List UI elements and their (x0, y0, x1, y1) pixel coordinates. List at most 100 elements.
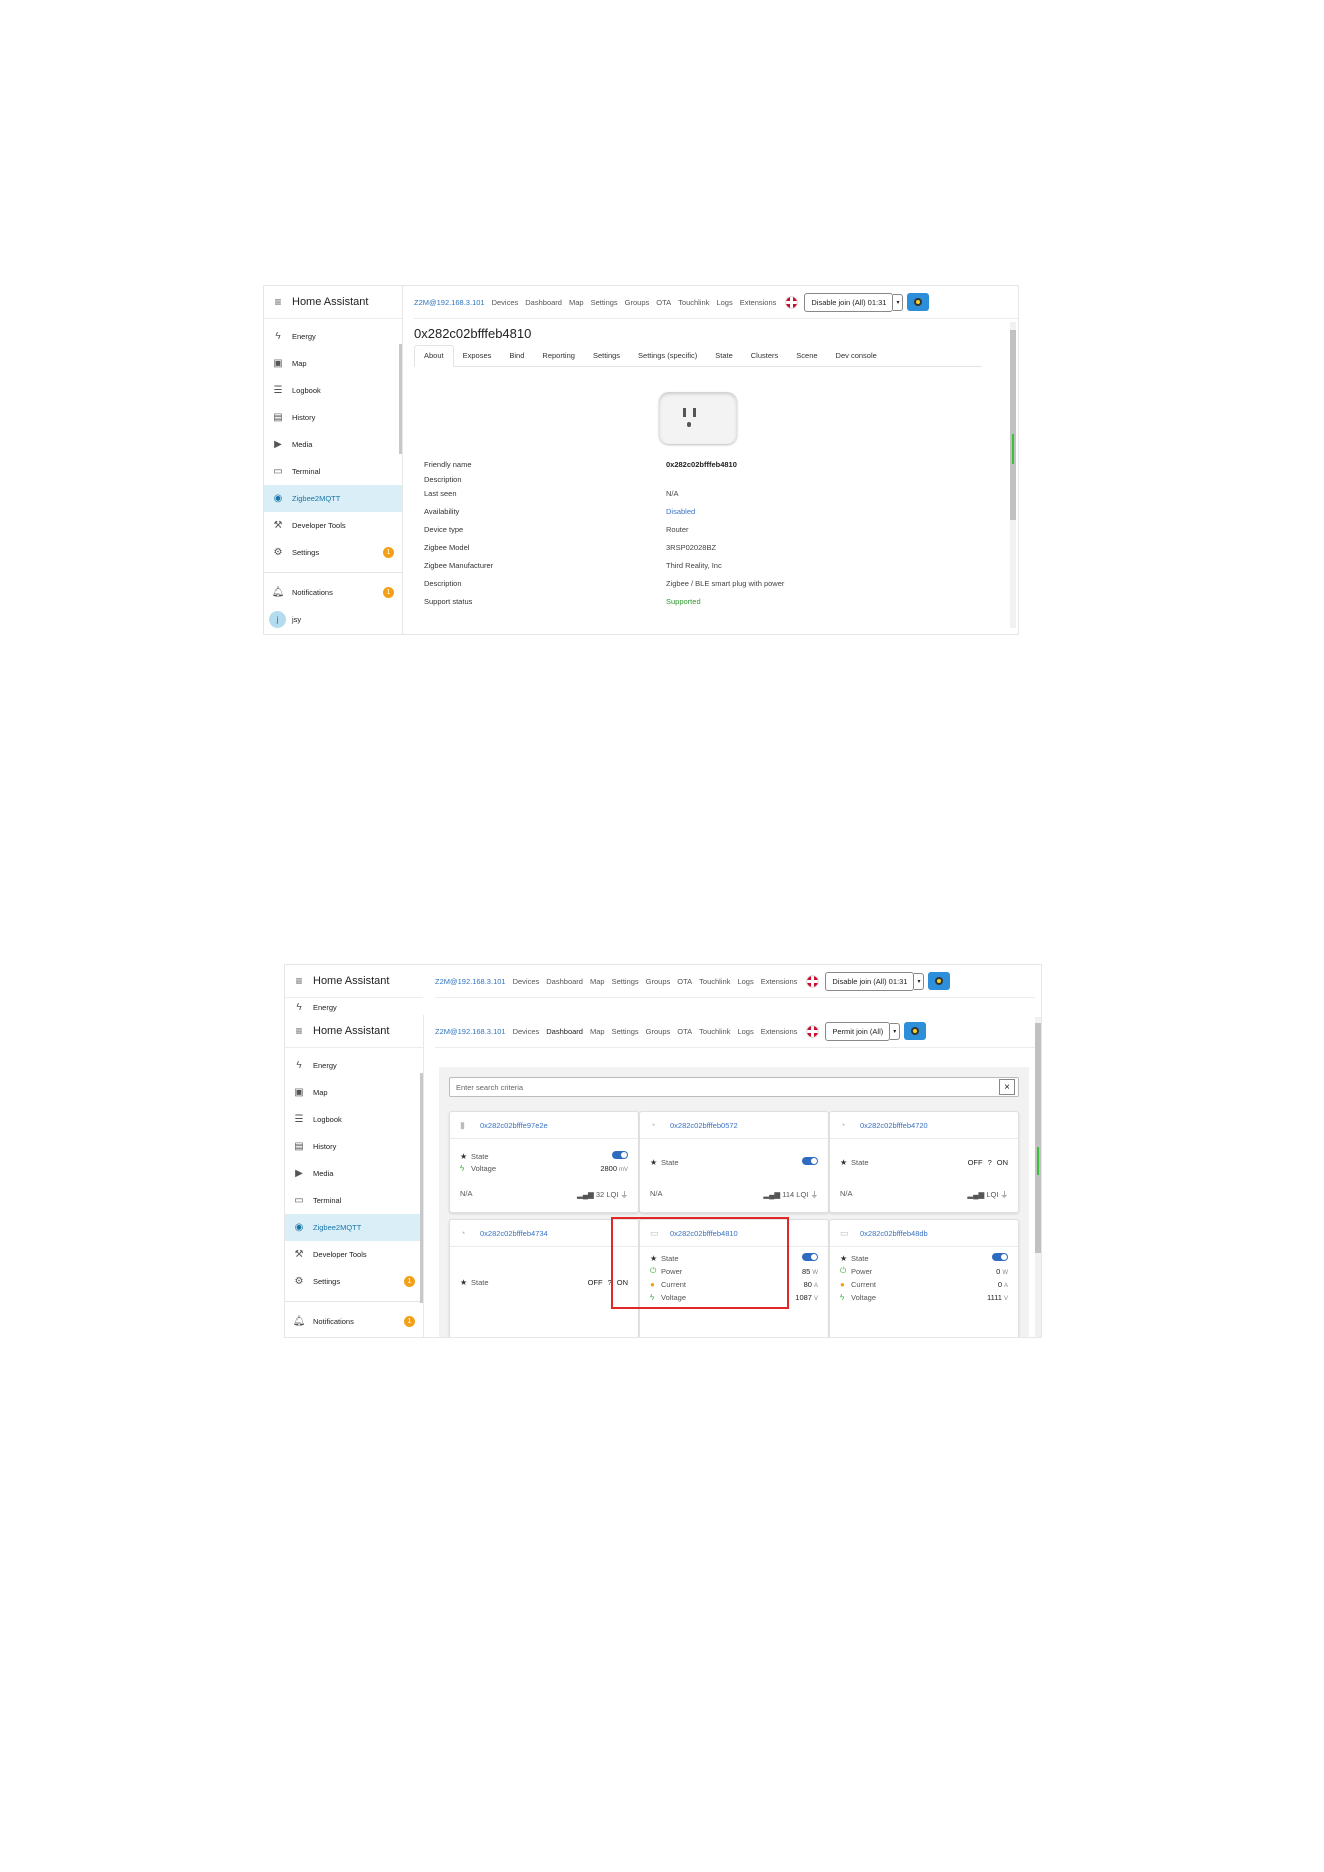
sidebar-scrollbar[interactable] (399, 344, 402, 454)
scrollbar-thumb[interactable] (1010, 330, 1016, 520)
page-scrollbar[interactable] (1010, 322, 1016, 628)
availability-link[interactable]: Disabled (666, 507, 695, 521)
nav-devices[interactable]: Devices (513, 977, 540, 986)
nav-brand-link[interactable]: Z2M@192.168.3.101 (414, 298, 485, 307)
nav-settings[interactable]: Settings (612, 977, 639, 986)
theme-toggle-button[interactable] (907, 293, 930, 311)
nav-dashboard[interactable]: Dashboard (546, 977, 583, 986)
device-link[interactable]: 0x282c02bfffeb0572 (670, 1121, 738, 1130)
nav-logs[interactable]: Logs (737, 977, 753, 986)
state-toggle[interactable] (802, 1157, 818, 1167)
permit-join-button[interactable]: Permit join (All) (825, 1021, 891, 1041)
nav-brand-link[interactable]: Z2M@192.168.3.101 (435, 1027, 506, 1036)
sidebar-item-map[interactable]: ▣ Map (285, 1079, 423, 1106)
sidebar-item-notifications[interactable]: 🔔︎ Notifications 1 (285, 1308, 423, 1335)
language-flag-icon[interactable] (785, 295, 799, 309)
tab-reporting[interactable]: Reporting (533, 346, 584, 366)
tab-settings[interactable]: Settings (584, 346, 629, 366)
toggle-switch[interactable] (802, 1157, 818, 1165)
sidebar-item-media[interactable]: ▶ Media (264, 431, 402, 458)
device-link[interactable]: 0x282c02bfffeb4734 (480, 1229, 548, 1238)
sidebar-item-logbook[interactable]: ☰ Logbook (285, 1106, 423, 1133)
nav-settings[interactable]: Settings (612, 1027, 639, 1036)
state-toggle[interactable] (802, 1253, 818, 1263)
sidebar-item-terminal[interactable]: ▭ Terminal (264, 458, 402, 485)
state-off-on-control[interactable]: OFF? ON (968, 1158, 1008, 1167)
language-flag-icon[interactable] (806, 974, 820, 988)
nav-ota[interactable]: OTA (656, 298, 671, 307)
tab-exposes[interactable]: Exposes (454, 346, 501, 366)
device-link[interactable]: 0x282c02bfffe97e2e (480, 1121, 548, 1130)
disable-join-button[interactable]: Disable join (All) 01:31 (804, 292, 894, 312)
sidebar-item-zigbee2mqtt[interactable]: ◉ Zigbee2MQTT (285, 1214, 423, 1241)
toggle-switch[interactable] (612, 1151, 628, 1159)
nav-map[interactable]: Map (590, 977, 605, 986)
nav-settings[interactable]: Settings (591, 298, 618, 307)
join-dropdown-toggle[interactable]: ▾ (914, 972, 925, 990)
join-dropdown-toggle[interactable]: ▾ (890, 1022, 901, 1040)
page-scrollbar[interactable] (1035, 1017, 1041, 1337)
nav-logs[interactable]: Logs (716, 298, 732, 307)
off-button[interactable]: OFF (968, 1158, 983, 1167)
menu-icon[interactable]: ≡ (285, 1024, 313, 1038)
nav-touchlink[interactable]: Touchlink (678, 298, 709, 307)
nav-groups[interactable]: Groups (646, 1027, 671, 1036)
theme-toggle-button[interactable] (928, 972, 951, 990)
nav-ota[interactable]: OTA (677, 977, 692, 986)
off-button[interactable]: OFF (588, 1278, 603, 1287)
nav-touchlink[interactable]: Touchlink (699, 977, 730, 986)
sidebar-item-notifications[interactable]: 🔔︎ Notifications 1 (264, 579, 402, 606)
sidebar-item-terminal[interactable]: ▭ Terminal (285, 1187, 423, 1214)
tab-clusters[interactable]: Clusters (742, 346, 788, 366)
nav-map[interactable]: Map (569, 298, 584, 307)
toggle-switch[interactable] (802, 1253, 818, 1261)
menu-icon[interactable]: ≡ (264, 295, 292, 309)
state-toggle[interactable] (992, 1253, 1008, 1263)
disable-join-button[interactable]: Disable join (All) 01:31 (825, 971, 915, 991)
sidebar-scrollbar[interactable] (420, 1073, 423, 1303)
theme-toggle-button[interactable] (904, 1022, 927, 1040)
device-link[interactable]: 0x282c02bfffeb48db (860, 1229, 928, 1238)
tab-dev-console[interactable]: Dev console (827, 346, 886, 366)
nav-extensions[interactable]: Extensions (761, 977, 798, 986)
sidebar-item-settings[interactable]: ⚙ Settings 1 (264, 539, 402, 566)
scrollbar-thumb[interactable] (1035, 1023, 1041, 1253)
nav-brand-link[interactable]: Z2M@192.168.3.101 (435, 977, 506, 986)
sidebar-item-history[interactable]: ▤ History (285, 1133, 423, 1160)
on-button[interactable]: ON (997, 1158, 1008, 1167)
menu-icon[interactable]: ≡ (285, 974, 313, 988)
tab-scene[interactable]: Scene (787, 346, 826, 366)
tab-state[interactable]: State (706, 346, 742, 366)
tab-settings-specific[interactable]: Settings (specific) (629, 346, 706, 366)
sidebar-item-user[interactable]: j jsy (264, 606, 402, 633)
nav-dashboard[interactable]: Dashboard (525, 298, 562, 307)
nav-extensions[interactable]: Extensions (740, 298, 777, 307)
nav-groups[interactable]: Groups (646, 977, 671, 986)
nav-devices[interactable]: Devices (513, 1027, 540, 1036)
search-input[interactable]: Enter search criteria (449, 1077, 1019, 1097)
nav-extensions[interactable]: Extensions (761, 1027, 798, 1036)
device-link[interactable]: 0x282c02bfffeb4720 (860, 1121, 928, 1130)
sidebar-item-media[interactable]: ▶ Media (285, 1160, 423, 1187)
sidebar-item-settings[interactable]: ⚙ Settings 1 (285, 1268, 423, 1295)
sidebar-item-logbook[interactable]: ☰ Logbook (264, 377, 402, 404)
nav-touchlink[interactable]: Touchlink (699, 1027, 730, 1036)
sidebar-item-zigbee2mqtt[interactable]: ◉ Zigbee2MQTT (264, 485, 402, 512)
nav-ota[interactable]: OTA (677, 1027, 692, 1036)
nav-logs[interactable]: Logs (737, 1027, 753, 1036)
sidebar-item-map[interactable]: ▣ Map (264, 350, 402, 377)
sidebar-item-history[interactable]: ▤ History (264, 404, 402, 431)
sidebar-item-developer-tools[interactable]: ⚒ Developer Tools (285, 1241, 423, 1268)
join-dropdown-toggle[interactable]: ▾ (893, 293, 904, 311)
sidebar-item-developer-tools[interactable]: ⚒ Developer Tools (264, 512, 402, 539)
clear-search-button[interactable]: × (999, 1079, 1015, 1095)
state-toggle[interactable] (612, 1151, 628, 1161)
nav-dashboard[interactable]: Dashboard (546, 1027, 583, 1036)
sidebar-item-energy[interactable]: ϟ Energy (285, 1052, 423, 1079)
tab-about[interactable]: About (414, 345, 454, 367)
nav-devices[interactable]: Devices (492, 298, 519, 307)
tab-bind[interactable]: Bind (500, 346, 533, 366)
sidebar-item-energy[interactable]: ϟ Energy (264, 323, 402, 350)
nav-groups[interactable]: Groups (625, 298, 650, 307)
sidebar-item-energy[interactable]: ϟ Energy (285, 998, 423, 1016)
